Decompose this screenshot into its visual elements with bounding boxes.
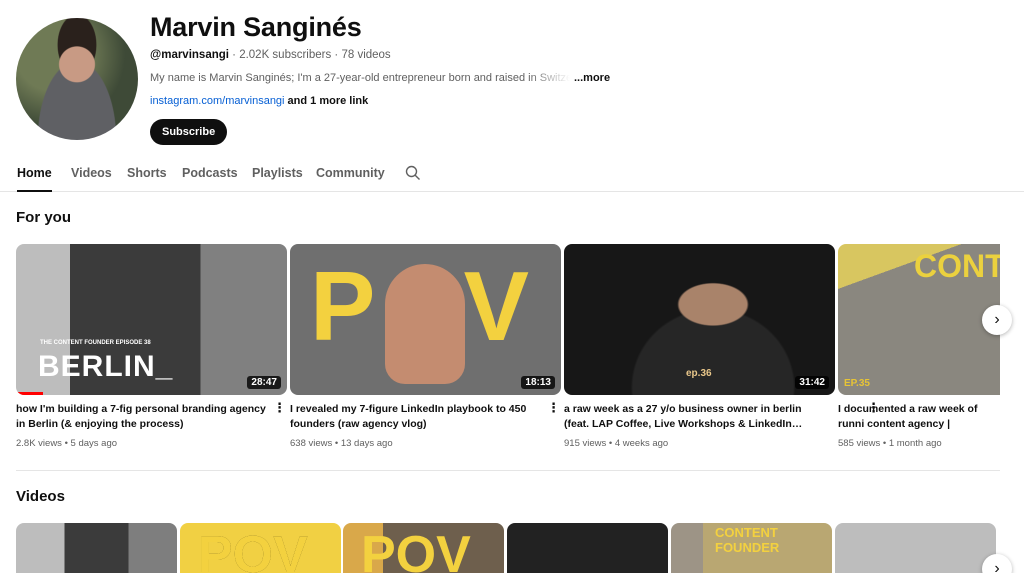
tab-community[interactable]: Community: [316, 166, 385, 190]
section-title-for-you: For you: [16, 209, 71, 226]
description-text: My name is Marvin Sanginés; I'm a 27-yea…: [150, 72, 570, 84]
video-title[interactable]: I revealed my 7-figure LinkedIn playbook…: [290, 402, 545, 432]
video-duration: 28:47: [247, 376, 281, 389]
video-thumbnail[interactable]: [16, 523, 177, 573]
video-title[interactable]: I documented a raw week of runni content…: [838, 402, 1000, 432]
channel-meta: @marvinsangi · 2.02K subscribers · 78 vi…: [150, 49, 391, 61]
video-thumbnail[interactable]: POV 18:13: [290, 244, 561, 395]
channel-avatar: [16, 18, 138, 140]
video-thumbnail[interactable]: [507, 523, 668, 573]
section-divider: [16, 470, 1000, 471]
tab-podcasts[interactable]: Podcasts: [182, 166, 238, 190]
tab-playlists[interactable]: Playlists: [252, 166, 303, 190]
more-link[interactable]: ...more: [574, 72, 610, 84]
thumbnail-subtext: EP.35: [844, 378, 870, 389]
video-thumbnail[interactable]: CONTENT EP.35: [838, 244, 1000, 395]
video-thumbnail[interactable]: POV: [343, 523, 504, 573]
subscribe-button[interactable]: Subscribe: [150, 119, 228, 145]
video-meta: 2.8K views • 5 days ago: [16, 438, 118, 449]
thumbnail-subtext: THE CONTENT FOUNDER EPISODE 38: [40, 340, 151, 346]
channel-tabs: Home Videos Shorts Podcasts Playlists Co…: [0, 155, 1024, 192]
video-card[interactable]: ep.36 31:42 a raw week as a 27 y/o busin…: [547, 244, 835, 449]
thumbnail-text: CONTENT: [914, 248, 1000, 284]
tab-home[interactable]: Home: [17, 166, 52, 192]
kebab-menu-icon[interactable]: ⋮: [273, 401, 286, 414]
search-icon[interactable]: [405, 165, 421, 181]
thumbnail-face: [385, 264, 465, 384]
video-card[interactable]: THE CONTENT FOUNDER EPISODE 38 BERLIN_ 2…: [16, 244, 287, 449]
chevron-right-icon[interactable]: ›: [982, 305, 1012, 335]
video-title[interactable]: how I'm building a 7-fig personal brandi…: [16, 402, 271, 432]
tab-videos[interactable]: Videos: [71, 166, 112, 190]
video-thumbnail[interactable]: [835, 523, 996, 573]
tab-shorts[interactable]: Shorts: [127, 166, 167, 190]
video-thumbnail[interactable]: THE CONTENT FOUNDER EPISODE 38 BERLIN_ 2…: [16, 244, 287, 395]
channel-stats: · 2.02K subscribers · 78 videos: [228, 49, 391, 61]
section-title-videos: Videos: [16, 488, 65, 505]
video-meta: 915 views • 4 weeks ago: [564, 438, 669, 449]
video-title[interactable]: a raw week as a 27 y/o business owner in…: [564, 402, 819, 432]
video-meta: 638 views • 13 days ago: [290, 438, 393, 449]
video-meta: 585 views • 1 month ago: [838, 438, 942, 449]
video-card[interactable]: POV 18:13 I revealed my 7-figure LinkedI…: [273, 244, 561, 449]
thumbnail-text: POV: [198, 526, 308, 573]
video-thumbnail[interactable]: POV: [180, 523, 341, 573]
channel-description[interactable]: My name is Marvin Sanginés; I'm a 27-yea…: [150, 72, 610, 84]
channel-name: Marvin Sanginés: [150, 12, 362, 42]
channel-handle: @marvinsangi: [150, 49, 229, 61]
thumbnail-text: CONTENT FOUNDER: [715, 525, 780, 555]
chevron-right-icon[interactable]: ›: [982, 554, 1012, 573]
kebab-menu-icon[interactable]: ⋮: [547, 401, 560, 414]
channel-links: instagram.com/marvinsangi and 1 more lin…: [150, 95, 368, 107]
video-thumbnail[interactable]: ep.36 31:42: [564, 244, 835, 395]
instagram-link[interactable]: instagram.com/marvinsangi: [150, 95, 285, 107]
watch-progress-bar: [16, 392, 44, 395]
video-duration: 31:42: [795, 376, 829, 389]
kebab-menu-icon[interactable]: ⋮: [867, 401, 880, 414]
thumbnail-text: ep.36: [686, 368, 712, 379]
video-duration: 18:13: [521, 376, 555, 389]
thumbnail-text: POV: [361, 526, 471, 573]
video-card[interactable]: CONTENT EP.35 I documented a raw week of…: [838, 244, 1000, 449]
more-links-link[interactable]: and 1 more link: [285, 95, 369, 107]
video-thumbnail[interactable]: CONTENT FOUNDER: [671, 523, 832, 573]
thumbnail-text: BERLIN_: [38, 350, 174, 383]
